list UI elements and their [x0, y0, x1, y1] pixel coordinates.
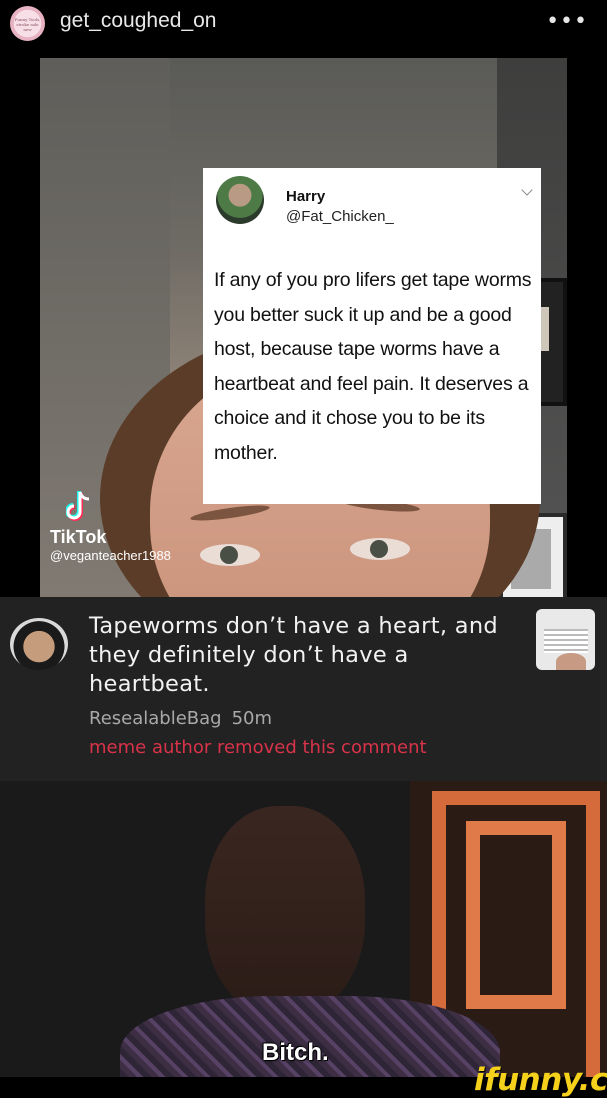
- tweet-card: Harry @Fat_Chicken_ If any of you pro li…: [203, 168, 541, 504]
- comment-text: Tapeworms don’t have a heart, and they d…: [89, 613, 498, 697]
- left-eyebrow: [189, 502, 271, 524]
- comment-time: 50m: [231, 708, 273, 729]
- author-avatar[interactable]: Funny Tools, stroke sale new: [10, 6, 45, 41]
- author-avatar-text: Funny Tools, stroke sale new: [14, 17, 41, 32]
- tweet-author-name: Harry: [286, 188, 326, 205]
- comment-meme-thumbnail[interactable]: [536, 609, 595, 670]
- post-header: Funny Tools, stroke sale new get_coughed…: [0, 0, 607, 48]
- tiktok-watermark: TikTok: [50, 527, 107, 547]
- image-caption: Bitch.: [262, 1039, 329, 1066]
- left-eye: [200, 544, 260, 566]
- right-eye: [350, 538, 410, 560]
- ifunny-watermark: ifunny.co: [474, 1062, 607, 1098]
- tweet-text: If any of you pro lifers get tape worms …: [214, 269, 532, 464]
- art-square-inner: [466, 821, 566, 1009]
- featured-comment: Tapeworms don’t have a heart, and they d…: [0, 597, 607, 781]
- commenter-avatar[interactable]: [10, 618, 68, 670]
- more-options-icon[interactable]: •••: [546, 11, 588, 33]
- author-username[interactable]: get_coughed_on: [60, 9, 217, 33]
- tiktok-logo-icon: [66, 491, 90, 521]
- reaction-image: Bitch.: [0, 781, 607, 1095]
- tiktok-username: @veganteacher1988: [50, 548, 171, 563]
- man-head: [205, 806, 365, 1016]
- comment-meta: ResealableBag 50m: [89, 708, 272, 729]
- meme-image: Harry @Fat_Chicken_ If any of you pro li…: [40, 58, 567, 597]
- tweet-avatar: [216, 176, 264, 224]
- comment-author[interactable]: ResealableBag: [89, 708, 222, 729]
- tweet-author-handle: @Fat_Chicken_: [286, 208, 394, 225]
- comment-removed-notice: meme author removed this comment: [89, 737, 427, 758]
- chevron-down-icon: [521, 184, 533, 196]
